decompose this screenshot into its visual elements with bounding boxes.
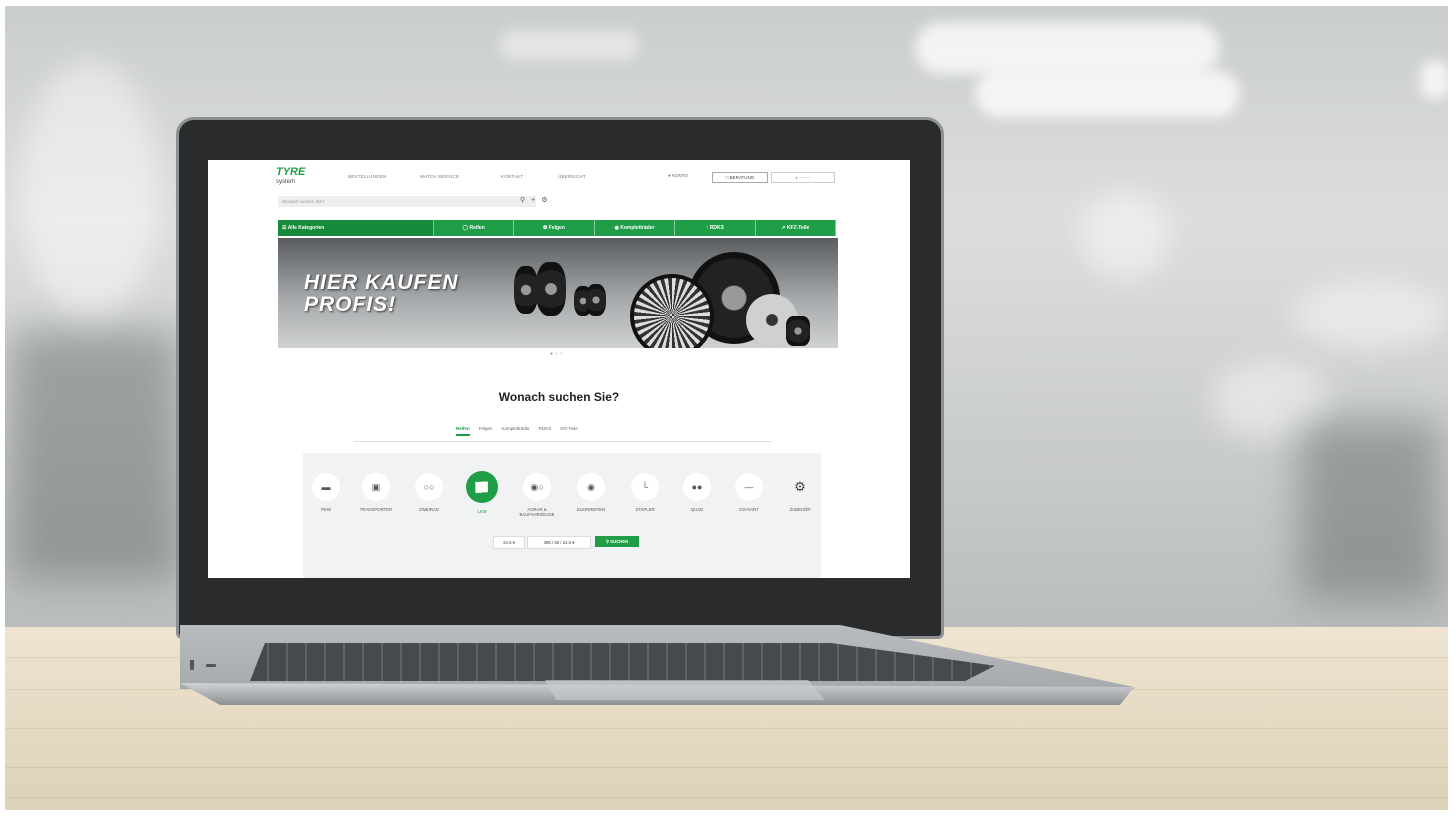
sensor-image [786, 316, 810, 346]
van-icon: ▣ [362, 473, 390, 501]
chevron-down-icon: ▾ [572, 540, 575, 545]
nav-bestellungen[interactable]: BESTELLUNGEN [348, 174, 386, 179]
vehicle-transporter[interactable]: ▣ TRANSPORTER [351, 473, 401, 512]
vehicle-label: PKW [321, 507, 331, 512]
small-tire-icon: ◉ [577, 473, 605, 501]
banner-line-1: HIER KAUFEN [304, 271, 459, 294]
vehicle-label: LKW [477, 509, 487, 514]
vehicle-label: KLEINREIFEN [576, 507, 606, 512]
gears-icon: ⚙ [794, 479, 806, 494]
site-header: TYRE system BESTELLUNGEN MATCH SERVICE K… [208, 160, 910, 218]
vehicle-label: STAPLER [635, 507, 655, 512]
tire-size-value: 385 / 65 / 22.5 [543, 540, 572, 545]
site-logo[interactable]: TYRE system [276, 167, 305, 187]
vehicle-search-panel: ▬ PKW ▣ TRANSPORTER ○○ ZWEIRAD █▉ LKW ◉○… [303, 453, 821, 578]
tab-komplettraeder[interactable]: Kompletträder [502, 426, 530, 436]
image-border [0, 0, 5, 816]
hero-banner[interactable]: HIER KAUFEN PROFIS! [278, 238, 838, 348]
image-border [0, 810, 1455, 816]
vehicle-zweirad[interactable]: ○○ ZWEIRAD [404, 473, 454, 512]
vehicle-stapler[interactable]: └ STAPLER [620, 473, 670, 512]
search-icon[interactable]: ⚲ [520, 197, 531, 204]
search-actions: ⚲+⚙ [520, 196, 554, 204]
tab-rdks[interactable]: RDKS [539, 426, 552, 436]
forklift-icon: └ [631, 473, 659, 501]
usb-port [206, 664, 216, 667]
moto-tire-image [586, 284, 606, 316]
search-tabs: Reifen Felgen Kompletträder RDKS Kfz-Tei… [456, 426, 578, 436]
tab-reifen[interactable]: Reifen [456, 426, 470, 436]
vehicle-kleinreifen[interactable]: ◉ KLEINREIFEN [566, 473, 616, 512]
chevron-down-icon: ▾ [512, 540, 515, 545]
tractor-tire-image [514, 266, 538, 314]
category-rdks[interactable]: ↑ RDKS [675, 220, 756, 236]
vehicle-label: ZWEIRAD [419, 507, 439, 512]
category-bar: ☰ Alle Kategorien ◯ Reifen ❂ Felgen ◉ Ko… [278, 220, 837, 236]
category-komplettraeder[interactable]: ◉ Komplett­räder [595, 220, 676, 236]
vehicle-agrar[interactable]: ◉○ AGRAR & BAUFAHRZEUGE [512, 473, 562, 517]
tab-kfz-teile[interactable]: Kfz-Teile [560, 426, 577, 436]
category-komplettraeder-label: Komplett­räder [620, 225, 655, 231]
tractor-icon: ◉○ [523, 473, 551, 501]
search-submit-button[interactable]: ⚲ SUCHEN [595, 536, 639, 547]
vehicle-label: QUAD [690, 507, 704, 512]
vehicle-go-kart[interactable]: ― GO-KART [724, 473, 774, 512]
vehicle-zubehoer[interactable]: ⚙ ZUBEHÖR [775, 473, 825, 512]
vehicle-pkw[interactable]: ▬ PKW [301, 473, 351, 512]
logo-sub: system [276, 179, 296, 185]
vehicle-quad[interactable]: ●● QUAD [672, 473, 722, 512]
rim-size-value: 22.5 [503, 540, 512, 545]
category-felgen[interactable]: ❂ Felgen [514, 220, 595, 236]
section-title: Wonach suchen Sie? [498, 390, 620, 404]
search-submit-label: SUCHEN [610, 539, 629, 544]
truck-icon: █▉ [466, 471, 498, 503]
vehicle-lkw[interactable]: █▉ LKW [457, 471, 507, 514]
nav-match-service[interactable]: MATCH SERVICE [420, 174, 459, 179]
usb-port [190, 660, 194, 670]
category-reifen-label: Reifen [469, 225, 485, 231]
motorcycle-icon: ○○ [415, 473, 443, 501]
account-label: KONTO [671, 173, 688, 178]
quad-icon: ●● [683, 473, 711, 501]
settings-icon[interactable]: ⚙ [541, 197, 553, 204]
search-input[interactable]: Wonach suchen Sie? [278, 196, 536, 207]
image-border [0, 0, 1455, 6]
gokart-icon: ― [735, 473, 763, 501]
rim-size-select[interactable]: 22.5 ▾ [493, 536, 525, 549]
tab-felgen[interactable]: Felgen [479, 426, 493, 436]
account-link[interactable]: ● KONTO [668, 173, 688, 178]
banner-line-2: PROFIS! [304, 293, 397, 316]
laptop-touchpad [545, 680, 825, 700]
tire-size-select[interactable]: 385 / 65 / 22.5 ▾ [527, 536, 591, 549]
vehicle-label: ZUBEHÖR [789, 507, 811, 512]
beratung-button[interactable]: □ BERATUNG [712, 172, 768, 183]
beratung-label: BERATUNG [729, 175, 755, 180]
category-kfz-teile-label: KFZ-Teile [786, 225, 810, 231]
category-all-label: Alle Kategorien [287, 225, 325, 231]
carousel-dots[interactable]: ●○○ [550, 351, 565, 357]
search-icon: ⚲ [605, 539, 609, 544]
vehicle-label: TRANSPORTER [359, 507, 393, 512]
category-all[interactable]: ☰ Alle Kategorien [278, 220, 434, 236]
nav-uebersicht[interactable]: ÜBERSICHT [558, 174, 586, 179]
banner-headline: HIER KAUFEN PROFIS! [304, 272, 459, 316]
tractor-tire-image [536, 262, 566, 316]
tab-divider [354, 441, 772, 442]
image-border [1448, 0, 1455, 816]
category-rdks-label: RDKS [709, 225, 724, 231]
category-kfz-teile[interactable]: ↗ KFZ-Teile [756, 220, 837, 236]
nav-kontakt[interactable]: KONTAKT [501, 174, 523, 179]
category-reifen[interactable]: ◯ Reifen [434, 220, 515, 236]
alloy-rim-image [630, 274, 714, 348]
plus-icon[interactable]: + [531, 197, 541, 204]
car-icon: ▬ [312, 473, 340, 501]
vehicle-label: GO-KART [739, 507, 759, 512]
category-felgen-label: Felgen [548, 225, 565, 231]
laptop-screen: TYRE system BESTELLUNGEN MATCH SERVICE K… [208, 160, 910, 578]
header-secondary-button[interactable]: ● ──── [771, 172, 835, 183]
vehicle-label: AGRAR & BAUFAHRZEUGE [519, 507, 555, 517]
